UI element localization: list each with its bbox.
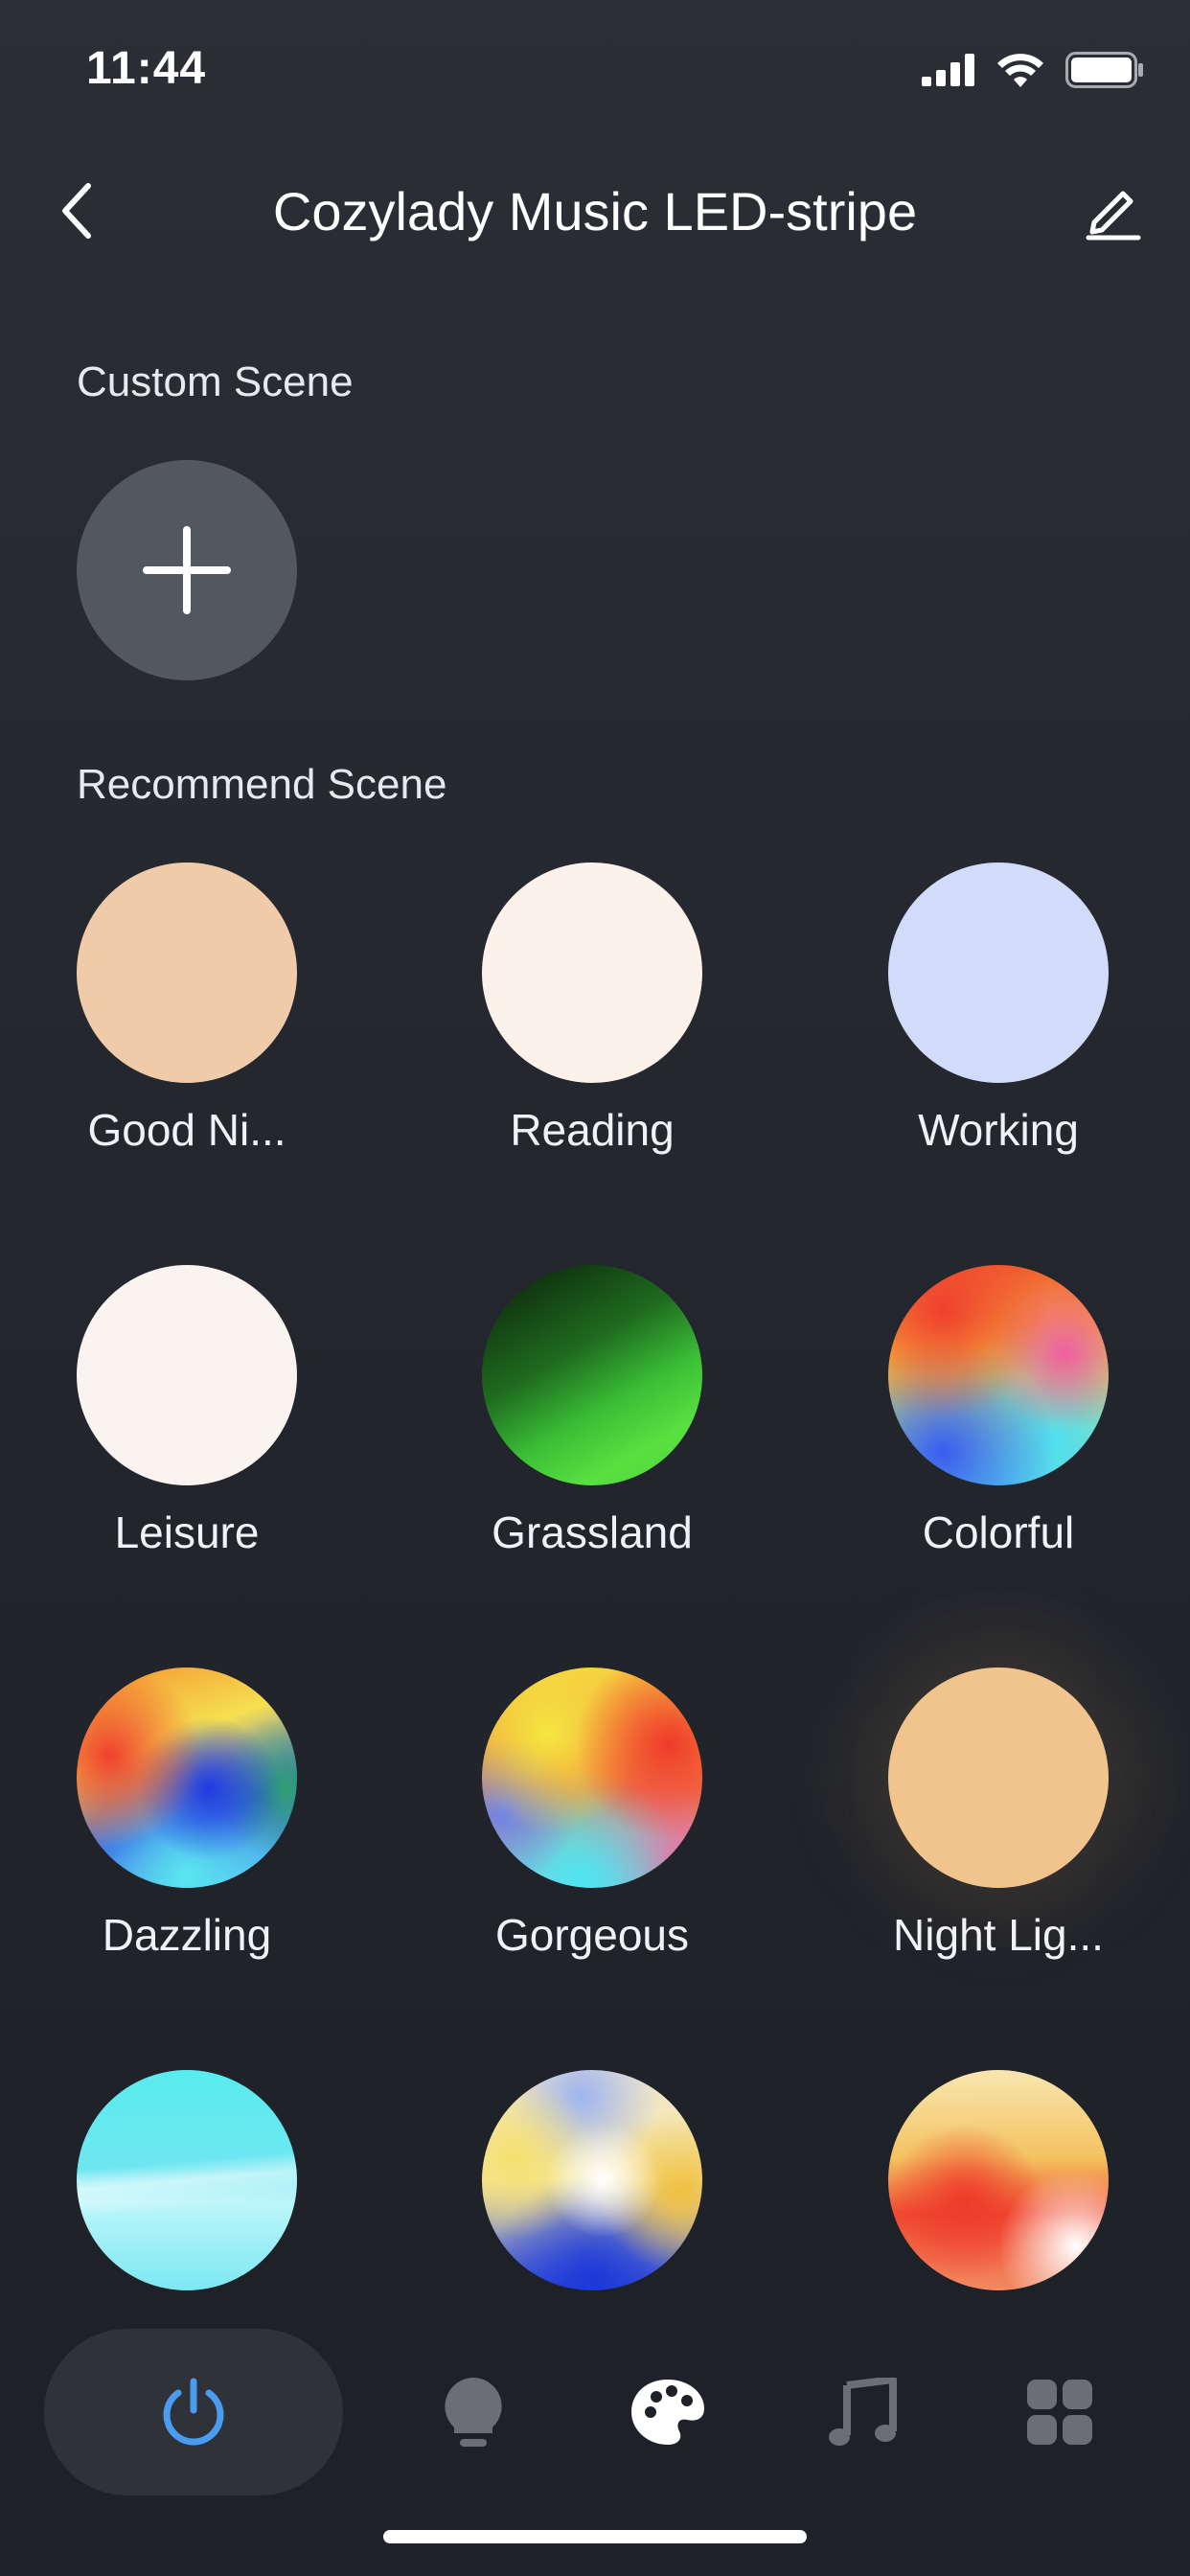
scene-label: Reading	[510, 1105, 675, 1155]
green-gradient-circle	[482, 1265, 702, 1485]
tab-white-light[interactable]	[414, 2329, 533, 2496]
scene-label: Gorgeous	[494, 1910, 689, 1960]
grid-icon	[1027, 2380, 1092, 2445]
bulb-icon	[445, 2378, 502, 2447]
tab-scene[interactable]	[608, 2329, 727, 2496]
scene-label: Dazzling	[102, 1910, 272, 1960]
soft-white-circle	[77, 1265, 297, 1485]
scene-night-light[interactable]: Night Lig...	[807, 1668, 1190, 2051]
scene-label: Grassland	[492, 1507, 693, 1557]
wifi-icon	[997, 54, 1043, 87]
tab-music[interactable]	[803, 2329, 922, 2496]
scene-grassland[interactable]: Grassland	[400, 1265, 784, 1648]
recommend-scene-label: Recommend Scene	[77, 761, 447, 808]
scene-label: Working	[918, 1105, 1079, 1155]
tab-more[interactable]	[1000, 2329, 1119, 2496]
warm-peach-circle	[77, 862, 297, 1083]
page-title: Cozylady Music LED-stripe	[272, 181, 918, 242]
cream-white-circle	[482, 862, 702, 1083]
scene-gorgeous[interactable]: Gorgeous	[400, 1668, 784, 2051]
back-button[interactable]	[38, 172, 115, 249]
rainbow-yellow-gradient-circle	[482, 1668, 702, 1888]
status-bar: 11:44	[0, 0, 1190, 144]
status-icons	[922, 52, 1144, 88]
power-icon	[163, 2378, 224, 2446]
cool-blue-circle	[888, 862, 1109, 1083]
scene-label: Night Lig...	[893, 1910, 1104, 1960]
scene-leisure[interactable]: Leisure	[0, 1265, 378, 1648]
cyan-gradient-circle	[77, 2070, 297, 2290]
rainbow-blue-gradient-circle	[77, 1668, 297, 1888]
scene-label: Colorful	[922, 1507, 1075, 1557]
music-note-icon	[829, 2378, 897, 2446]
nav-header: Cozylady Music LED-stripe	[0, 153, 1190, 268]
plus-icon	[143, 526, 231, 614]
tab-power[interactable]	[44, 2329, 343, 2496]
white-blue-gradient-circle	[482, 2070, 702, 2290]
status-time: 11:44	[86, 43, 207, 94]
scene-dazzling[interactable]: Dazzling	[0, 1668, 378, 2051]
pencil-icon	[1086, 191, 1141, 241]
scene-label: Leisure	[114, 1507, 260, 1557]
scene-good-night[interactable]: Good Ni...	[0, 862, 378, 1246]
custom-scene-label: Custom Scene	[77, 358, 354, 405]
chevron-left-icon	[62, 183, 91, 239]
scene-working[interactable]: Working	[807, 862, 1190, 1246]
battery-icon	[1065, 52, 1143, 88]
scene-reading[interactable]: Reading	[400, 862, 784, 1246]
scene-colorful[interactable]: Colorful	[807, 1265, 1190, 1648]
edit-button[interactable]	[1075, 172, 1152, 249]
home-indicator	[383, 2530, 807, 2543]
scene-label: Good Ni...	[87, 1105, 286, 1155]
yellow-red-gradient-circle	[888, 2070, 1109, 2290]
cellular-signal-icon	[922, 54, 974, 86]
palette-icon	[631, 2380, 704, 2445]
rainbow-gradient-circle	[888, 1265, 1109, 1485]
add-custom-scene-button[interactable]	[77, 460, 297, 680]
amber-circle	[888, 1668, 1109, 1888]
